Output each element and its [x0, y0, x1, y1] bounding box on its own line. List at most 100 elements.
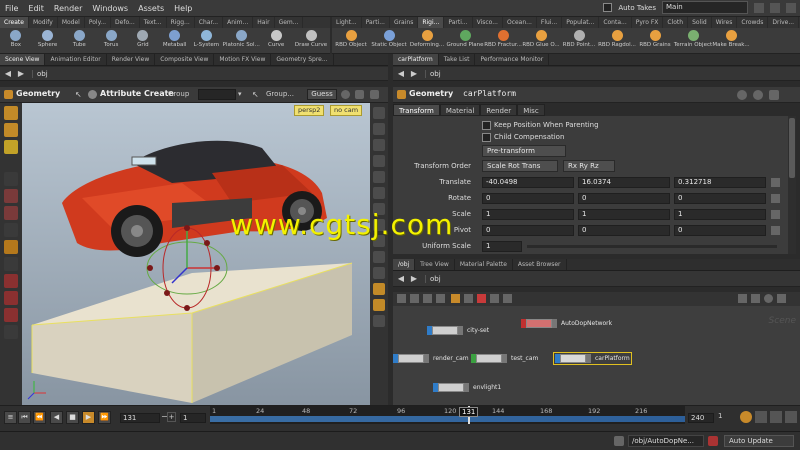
handle-tool-icon[interactable] [4, 240, 18, 254]
network-options-icon[interactable] [503, 294, 512, 303]
shelf-tool-metaball[interactable]: Metaball [159, 28, 191, 53]
pane-tab-asset-browser[interactable]: Asset Browser [513, 259, 567, 270]
pane-tab-scene-view[interactable]: Scene View [0, 54, 46, 65]
menu-help[interactable]: Help [169, 0, 197, 17]
shelf-tool-rbd-ragdol[interactable]: RBD Ragdol... [598, 28, 636, 53]
scene-path[interactable]: obj [32, 69, 48, 78]
shelf-tool-make-break[interactable]: Make Break... [712, 28, 750, 53]
shelf-tab-wires-13[interactable]: Wires [712, 17, 738, 28]
node-body[interactable] [438, 383, 464, 392]
node-body[interactable] [398, 354, 424, 363]
shelf-tab-parti-1[interactable]: Parti... [362, 17, 390, 28]
pane-tab-take-list[interactable]: Take List [439, 54, 476, 65]
scene-viewport[interactable]: persp2 no cam [22, 103, 370, 405]
translate-channel-icon[interactable] [771, 178, 780, 187]
shelf-tab-flui-7[interactable]: Flui... [537, 17, 563, 28]
light-bulb-icon[interactable] [373, 283, 385, 295]
pane-tab-performance-monitor[interactable]: Performance Monitor [475, 54, 550, 65]
menu-assets[interactable]: Assets [133, 0, 169, 17]
shelf-tool-ground-plane[interactable]: Ground Plane [446, 28, 484, 53]
shelf-tab-text-5[interactable]: Text... [140, 17, 167, 28]
node-city-set[interactable]: city-set [427, 326, 489, 335]
select-tool-icon[interactable] [4, 106, 18, 120]
pre-transform-menu[interactable]: Pre-transform [482, 145, 566, 157]
arrow-icon[interactable]: ↖ [75, 90, 84, 99]
shaded-icon[interactable] [373, 267, 385, 279]
pane-tab-composite-view[interactable]: Composite View [155, 54, 215, 65]
shelf-tool-box[interactable]: Box [0, 28, 32, 53]
close-icon[interactable] [786, 2, 796, 13]
shelf-tab-conta-9[interactable]: Conta... [599, 17, 632, 28]
shelf-tab-grains-2[interactable]: Grains [390, 17, 419, 28]
update-mode-menu[interactable]: Auto Update [724, 435, 794, 447]
back-arrow-icon[interactable]: ◀ [396, 274, 406, 284]
scale-y-field[interactable]: 1 [578, 209, 670, 220]
end-frame-field[interactable]: 240 [688, 413, 714, 423]
node-carplatform[interactable]: carPlatform [553, 352, 632, 365]
menu-file[interactable]: File [0, 0, 23, 17]
rotate-z-field[interactable]: 0 [674, 193, 766, 204]
scale-z-field[interactable]: 1 [674, 209, 766, 220]
node-test-cam[interactable]: test_cam [471, 354, 538, 363]
keep-position-checkbox[interactable] [482, 121, 491, 130]
wireframe-icon[interactable] [373, 251, 385, 263]
shelf-tab-populat-8[interactable]: Populat... [562, 17, 600, 28]
pivot-channel-icon[interactable] [771, 226, 780, 235]
shelf-tool-rbd-point[interactable]: RBD Point... [560, 28, 598, 53]
shelf-tab-rigg-6[interactable]: Rigg... [167, 17, 195, 28]
rotate-tool-icon[interactable] [4, 140, 18, 154]
scale-channel-icon[interactable] [771, 210, 780, 219]
shelf-tool-platonic-sol[interactable]: Platonic Sol... [222, 28, 260, 53]
list-view-icon[interactable] [397, 294, 406, 303]
group-dropdown-icon[interactable]: ▾ [238, 90, 245, 99]
render-icon[interactable] [373, 315, 385, 327]
lighting-icon[interactable] [373, 139, 385, 151]
node-name[interactable]: carPlatform [463, 89, 516, 98]
node-body[interactable] [476, 354, 502, 363]
shelf-tool-tube[interactable]: Tube [64, 28, 96, 53]
shelf-tab-hair-9[interactable]: Hair [253, 17, 275, 28]
desktop-selector[interactable]: Main [662, 1, 748, 14]
info-icon[interactable] [769, 90, 779, 100]
pivot-z-field[interactable]: 0 [674, 225, 766, 236]
select-arrow-icon[interactable]: ↖ [252, 90, 259, 99]
tab-material[interactable]: Material [439, 104, 481, 116]
pane-tab-render-view[interactable]: Render View [107, 54, 156, 65]
translate-z-field[interactable]: 0.312718 [674, 177, 766, 188]
snap-icon[interactable] [436, 294, 445, 303]
stop-sim-icon[interactable] [708, 436, 718, 446]
start-frame-field[interactable]: 1 [180, 413, 206, 423]
group-field[interactable] [198, 89, 236, 100]
grid-view-icon[interactable] [410, 294, 419, 303]
dop-path-field[interactable]: /obj/AutoDopNe... [628, 435, 704, 447]
shelf-tool-l-system[interactable]: L-System [191, 28, 223, 53]
shelf-tool-grid[interactable]: Grid [127, 28, 159, 53]
shelf-tab-cloth-11[interactable]: Cloth [663, 17, 689, 28]
pane-tab-tree-view[interactable]: Tree View [415, 259, 455, 270]
shelf-tab-defo-4[interactable]: Defo... [111, 17, 140, 28]
tree-icon[interactable] [738, 294, 747, 303]
snap-prim-icon[interactable] [4, 291, 18, 305]
forward-arrow-icon[interactable]: ▶ [16, 69, 26, 79]
tab-transform[interactable]: Transform [393, 104, 440, 116]
shelf-tool-curve[interactable]: Curve [260, 28, 292, 53]
lock-icon[interactable] [373, 107, 385, 119]
tab-misc[interactable]: Misc [517, 104, 545, 116]
node-body[interactable] [560, 354, 586, 363]
pane-tab-geometry-spre[interactable]: Geometry Spre... [271, 54, 334, 65]
shelf-tool-sphere[interactable]: Sphere [32, 28, 64, 53]
pane-tab-animation-editor[interactable]: Animation Editor [45, 54, 107, 65]
rotation-order-menu[interactable]: Rx Ry Rz [563, 160, 615, 172]
minimize-icon[interactable] [754, 2, 764, 13]
shelf-tab-light-0[interactable]: Light... [332, 17, 362, 28]
node-render-flag[interactable] [458, 326, 463, 335]
notes-icon[interactable] [451, 294, 460, 303]
shelf-tool-rbd-glue-o[interactable]: RBD Glue O... [522, 28, 560, 53]
camera-lock-menu[interactable]: no cam [330, 105, 363, 116]
play-reverse-icon[interactable]: ◀ [50, 411, 63, 424]
shelf-tab-ocean-6[interactable]: Ocean... [503, 17, 537, 28]
jump-start-icon[interactable]: ⏮ [18, 411, 31, 424]
guess-dropdown[interactable]: Guess [307, 89, 337, 100]
pose-tool-icon[interactable] [4, 206, 18, 220]
realtime-icon[interactable] [770, 411, 782, 423]
